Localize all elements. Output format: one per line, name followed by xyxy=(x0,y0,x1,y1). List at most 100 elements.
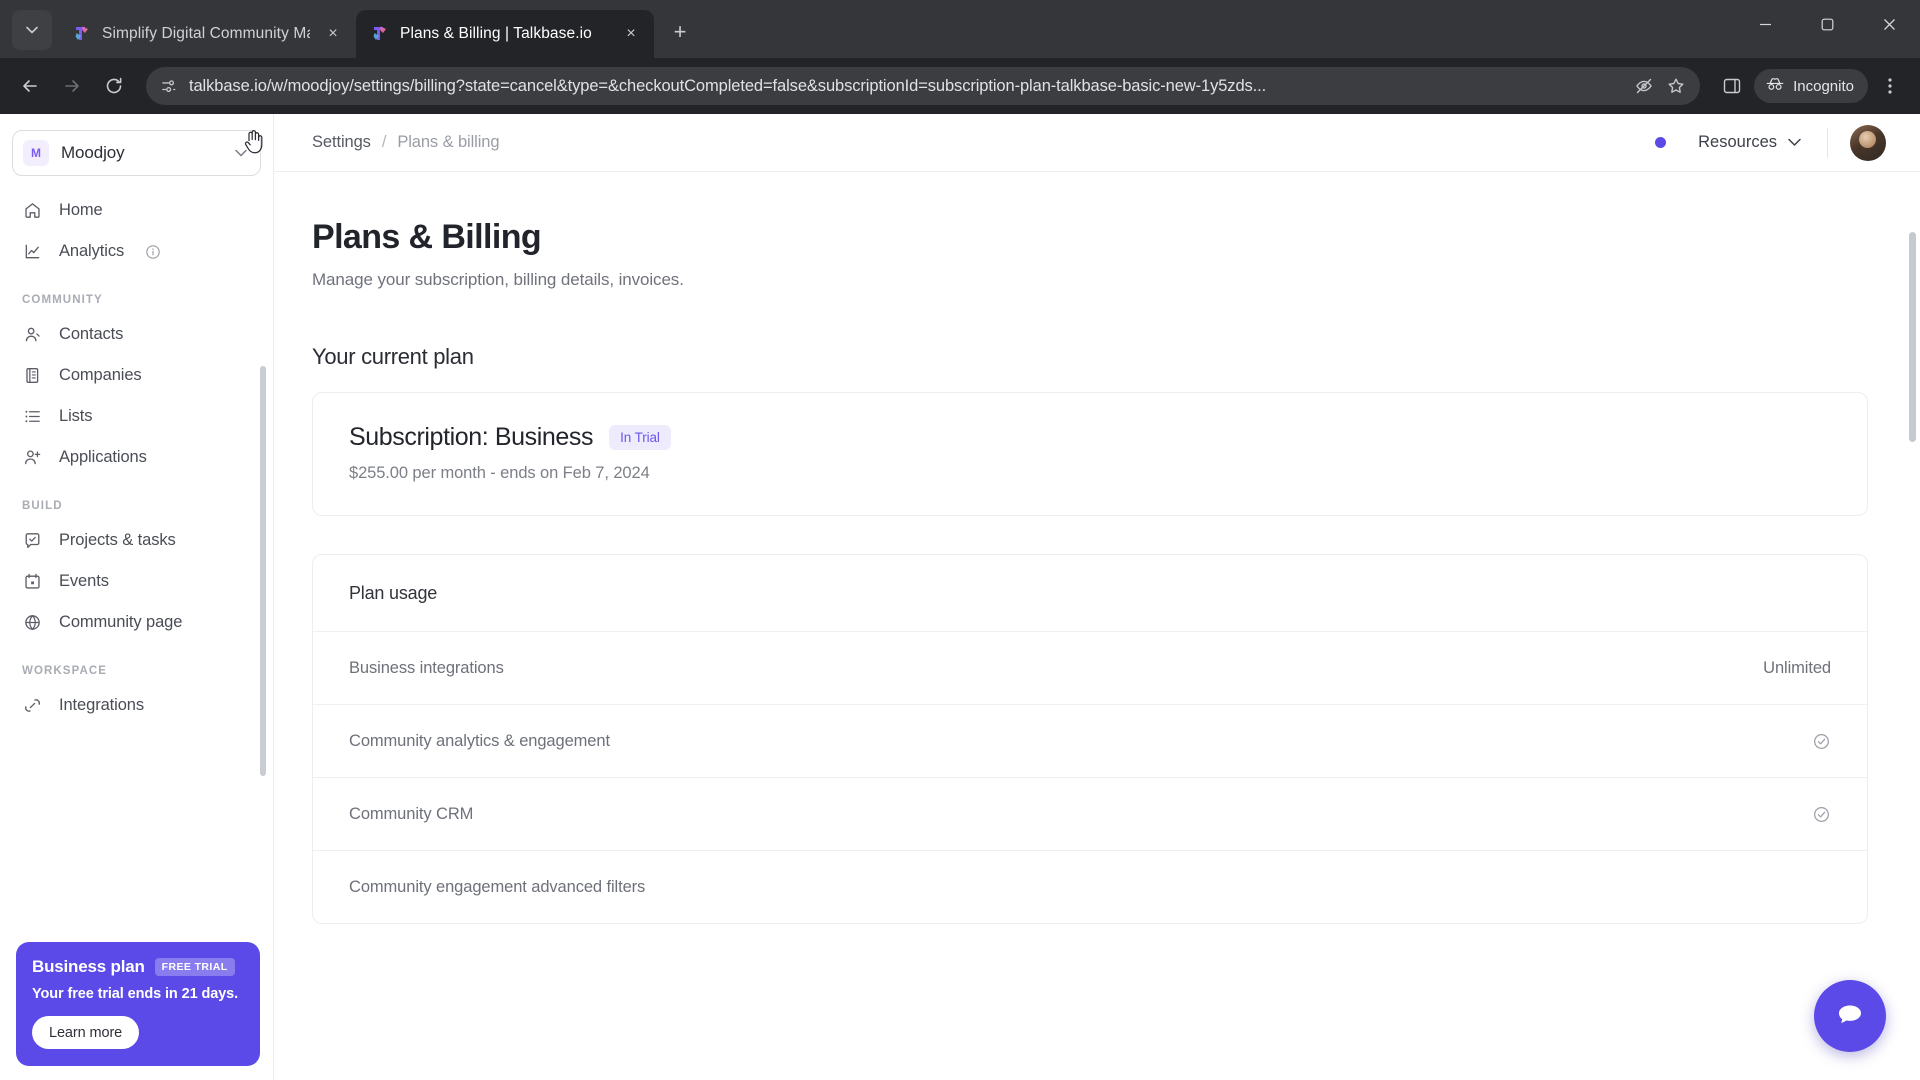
minimize-button[interactable] xyxy=(1734,0,1796,48)
breadcrumb-current: Plans & billing xyxy=(397,133,500,151)
sidebar-item-label: Integrations xyxy=(59,696,145,714)
talkbase-logo-icon xyxy=(72,24,92,44)
content-topbar: Settings / Plans & billing Resources xyxy=(274,114,1920,172)
back-button[interactable] xyxy=(12,68,48,104)
sidebar-section-workspace: WORKSPACE xyxy=(22,665,108,677)
section-title-current-plan: Your current plan xyxy=(312,344,474,369)
tab-search-button[interactable] xyxy=(12,10,52,50)
sidebar-item-label: Community page xyxy=(59,613,183,631)
chat-bubble-icon[interactable] xyxy=(1814,980,1886,1052)
close-window-button[interactable] xyxy=(1858,0,1920,48)
person-plus-icon xyxy=(22,448,42,468)
browser-window: Simplify Digital Community Ma × Plans & … xyxy=(0,0,1920,1080)
avatar[interactable] xyxy=(1850,124,1886,161)
sidebar-item-events[interactable]: Events xyxy=(0,561,273,602)
promo-subtitle: Your free trial ends in 21 days. xyxy=(32,986,239,1002)
maximize-button[interactable] xyxy=(1796,0,1858,48)
browser-tab[interactable]: Simplify Digital Community Ma × xyxy=(58,10,356,58)
forward-button[interactable] xyxy=(54,68,90,104)
plug-icon xyxy=(22,696,42,716)
tab-strip: Simplify Digital Community Ma × Plans & … xyxy=(0,0,1920,58)
sidebar-item-companies[interactable]: Companies xyxy=(0,355,273,396)
close-icon[interactable]: × xyxy=(618,21,644,47)
chevron-down-icon[interactable] xyxy=(232,149,250,157)
list-icon xyxy=(22,407,42,427)
table-row: Community engagement advanced filters xyxy=(313,850,1867,923)
page-subtitle: Manage your subscription, billing detail… xyxy=(312,270,684,289)
sidebar-scrollbar[interactable] xyxy=(260,366,266,776)
usage-label: Business integrations xyxy=(349,658,504,677)
promo-header: Business plan FREE TRIAL xyxy=(32,957,244,977)
reload-button[interactable] xyxy=(96,68,132,104)
person-icon xyxy=(22,325,42,345)
table-row: Community analytics & engagement xyxy=(313,704,1867,777)
reload-icon xyxy=(106,77,122,94)
sidebar-item-label: Analytics xyxy=(59,242,125,260)
trial-promo-card[interactable]: Business plan FREE TRIAL Your free trial… xyxy=(16,942,260,1066)
learn-more-button[interactable]: Learn more xyxy=(32,1016,140,1049)
page-settings-icon[interactable] xyxy=(160,78,177,95)
chevron-down-icon xyxy=(1788,133,1801,152)
resources-label: Resources xyxy=(1698,133,1777,151)
incognito-hat-icon xyxy=(1765,76,1785,96)
org-switcher[interactable]: M Moodjoy xyxy=(12,130,261,176)
talkbase-logo-icon xyxy=(370,24,390,44)
usage-label: Community engagement advanced filters xyxy=(349,877,646,896)
sidebar-item-home[interactable]: Home xyxy=(0,190,273,231)
breadcrumb-settings[interactable]: Settings xyxy=(312,133,371,152)
new-tab-button[interactable]: + xyxy=(662,14,698,50)
subscription-card: Subscription: Business In Trial $255.00 … xyxy=(312,392,1868,516)
table-row: Community CRM xyxy=(313,777,1867,850)
sidebar-item-label: Events xyxy=(59,572,109,590)
sidebar-item-lists[interactable]: Lists xyxy=(0,396,273,437)
usage-label: Community CRM xyxy=(349,804,474,823)
table-row: Business integrations Unlimited xyxy=(313,631,1867,704)
incognito-indicator[interactable]: Incognito xyxy=(1754,69,1868,103)
three-dot-menu-icon[interactable] xyxy=(1872,68,1908,104)
chevron-down-icon xyxy=(26,26,38,34)
star-icon[interactable] xyxy=(1666,76,1686,96)
check-square-icon xyxy=(22,531,42,551)
sidebar-item-label: Projects & tasks xyxy=(59,531,176,549)
plan-usage-heading: Plan usage xyxy=(349,583,438,603)
address-bar[interactable]: talkbase.io/w/moodjoy/settings/billing?s… xyxy=(146,67,1701,105)
window-controls xyxy=(1734,0,1920,58)
check-circle-icon xyxy=(1812,732,1831,751)
promo-title: Business plan xyxy=(32,957,145,976)
sidebar-item-integrations[interactable]: Integrations xyxy=(0,685,273,726)
divider xyxy=(1827,127,1828,158)
globe-icon xyxy=(22,613,42,633)
arrow-right-icon xyxy=(65,80,79,92)
sidebar-item-projects-tasks[interactable]: Projects & tasks xyxy=(0,520,273,561)
page-body: M Moodjoy Home Analytics COMMUNITY Conta… xyxy=(0,114,1920,1080)
sidebar-item-applications[interactable]: Applications xyxy=(0,437,273,478)
status-badge: In Trial xyxy=(609,425,671,450)
sidebar-item-label: Applications xyxy=(59,448,147,466)
check-circle-icon xyxy=(1812,805,1831,824)
main-scrollbar[interactable] xyxy=(1909,232,1916,442)
side-panel-icon[interactable] xyxy=(1714,68,1750,104)
main-content: Settings / Plans & billing Resources Pla… xyxy=(274,114,1920,1080)
calendar-icon xyxy=(22,572,42,592)
sidebar-item-contacts[interactable]: Contacts xyxy=(0,314,273,355)
browser-tab-active[interactable]: Plans & Billing | Talkbase.io × xyxy=(356,10,654,58)
sidebar-item-label: Companies xyxy=(59,366,142,384)
arrow-left-icon xyxy=(23,80,37,92)
sidebar-item-community-page[interactable]: Community page xyxy=(0,602,273,643)
topbar-actions: Resources xyxy=(1655,124,1886,161)
close-icon[interactable]: × xyxy=(320,21,346,47)
info-icon[interactable] xyxy=(145,244,161,260)
notification-dot[interactable] xyxy=(1655,137,1667,148)
maximize-icon xyxy=(1821,18,1833,30)
eye-slash-icon[interactable] xyxy=(1634,76,1654,96)
tab-title: Plans & Billing | Talkbase.io xyxy=(400,25,592,42)
tab-title: Simplify Digital Community Ma xyxy=(102,25,310,42)
resources-menu[interactable]: Resources xyxy=(1698,133,1801,152)
sidebar-item-label: Home xyxy=(59,201,103,219)
building-icon xyxy=(22,366,42,386)
sidebar-section-community: COMMUNITY xyxy=(22,294,103,306)
subscription-meta: $255.00 per month - ends on Feb 7, 2024 xyxy=(349,464,650,482)
sidebar-item-analytics[interactable]: Analytics xyxy=(0,231,273,272)
sidebar-section-build: BUILD xyxy=(22,500,63,512)
minimize-icon xyxy=(1759,23,1771,25)
